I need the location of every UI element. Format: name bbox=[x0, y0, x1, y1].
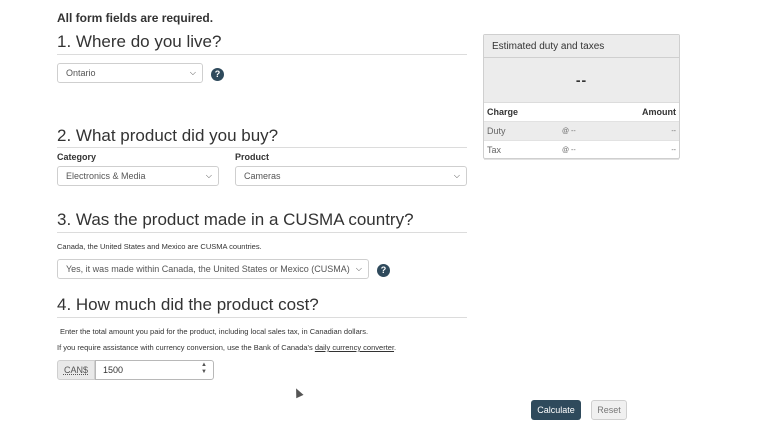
estimate-panel: Estimated duty and taxes -- Charge Amoun… bbox=[483, 34, 680, 160]
section-3-title: 3. Was the product made in a CUSMA count… bbox=[57, 210, 414, 229]
amount-input-value: 1500 bbox=[103, 365, 124, 375]
section-2-divider bbox=[57, 147, 467, 148]
mouse-cursor-icon bbox=[292, 386, 304, 399]
estimate-table-header: Charge Amount bbox=[484, 103, 679, 122]
rate-cell: @ -- bbox=[562, 147, 576, 154]
currency-converter-link[interactable]: daily currency converter bbox=[315, 343, 394, 352]
currency-prefix: CAN$ bbox=[57, 360, 95, 380]
amount-cell: -- bbox=[671, 147, 676, 154]
cusma-origin-select[interactable]: Yes, it was made within Canada, the Unit… bbox=[57, 259, 369, 279]
calculate-button[interactable]: Calculate bbox=[531, 400, 581, 420]
section-4-divider bbox=[57, 317, 467, 318]
category-label: Category bbox=[57, 152, 97, 162]
rate-cell: @ -- bbox=[562, 128, 576, 135]
amount-cell: -- bbox=[671, 128, 676, 135]
cusma-origin-select-value: Yes, it was made within Canada, the Unit… bbox=[66, 264, 350, 274]
chevron-down-icon: ⌵ bbox=[189, 68, 196, 77]
help-icon[interactable]: ? bbox=[211, 68, 224, 81]
section-1-title: 1. Where do you live? bbox=[57, 32, 222, 51]
estimate-total: -- bbox=[484, 58, 679, 103]
charge-column-header: Charge bbox=[487, 107, 519, 117]
section-4-title: 4. How much did the product cost? bbox=[57, 295, 319, 314]
reset-button[interactable]: Reset bbox=[591, 400, 627, 420]
table-row: Duty @ -- -- bbox=[484, 122, 679, 141]
category-select-value: Electronics & Media bbox=[66, 171, 146, 181]
chevron-down-icon: ⌵ bbox=[205, 171, 212, 180]
section-2-title: 2. What product did you buy? bbox=[57, 126, 279, 145]
spinner-icon[interactable]: ▲ ▼ bbox=[201, 362, 207, 376]
chevron-down-icon: ⌵ bbox=[453, 171, 460, 180]
charge-cell: Duty bbox=[487, 126, 506, 136]
category-select[interactable]: Electronics & Media ⌵ bbox=[57, 166, 219, 186]
chevron-down-icon: ⌵ bbox=[355, 264, 362, 273]
charge-cell: Tax bbox=[487, 145, 502, 155]
province-select-value: Ontario bbox=[66, 68, 96, 78]
cusma-note: Canada, the United States and Mexico are… bbox=[57, 242, 262, 251]
amount-column-header: Amount bbox=[642, 107, 676, 117]
estimate-panel-title: Estimated duty and taxes bbox=[484, 35, 679, 58]
help-icon[interactable]: ? bbox=[377, 264, 390, 277]
section-1-divider bbox=[57, 54, 467, 55]
section-3-divider bbox=[57, 232, 467, 233]
product-label: Product bbox=[235, 152, 270, 162]
product-select[interactable]: Cameras ⌵ bbox=[235, 166, 467, 186]
cost-instructions: Enter the total amount you paid for the … bbox=[60, 327, 369, 336]
currency-help-text: If you require assistance with currency … bbox=[57, 343, 397, 352]
amount-input[interactable]: 1500 ▲ ▼ bbox=[95, 360, 214, 380]
table-row: Tax @ -- -- bbox=[484, 141, 679, 160]
province-select[interactable]: Ontario ⌵ bbox=[57, 63, 203, 83]
required-note: All form fields are required. bbox=[57, 11, 214, 25]
product-select-value: Cameras bbox=[244, 171, 281, 181]
